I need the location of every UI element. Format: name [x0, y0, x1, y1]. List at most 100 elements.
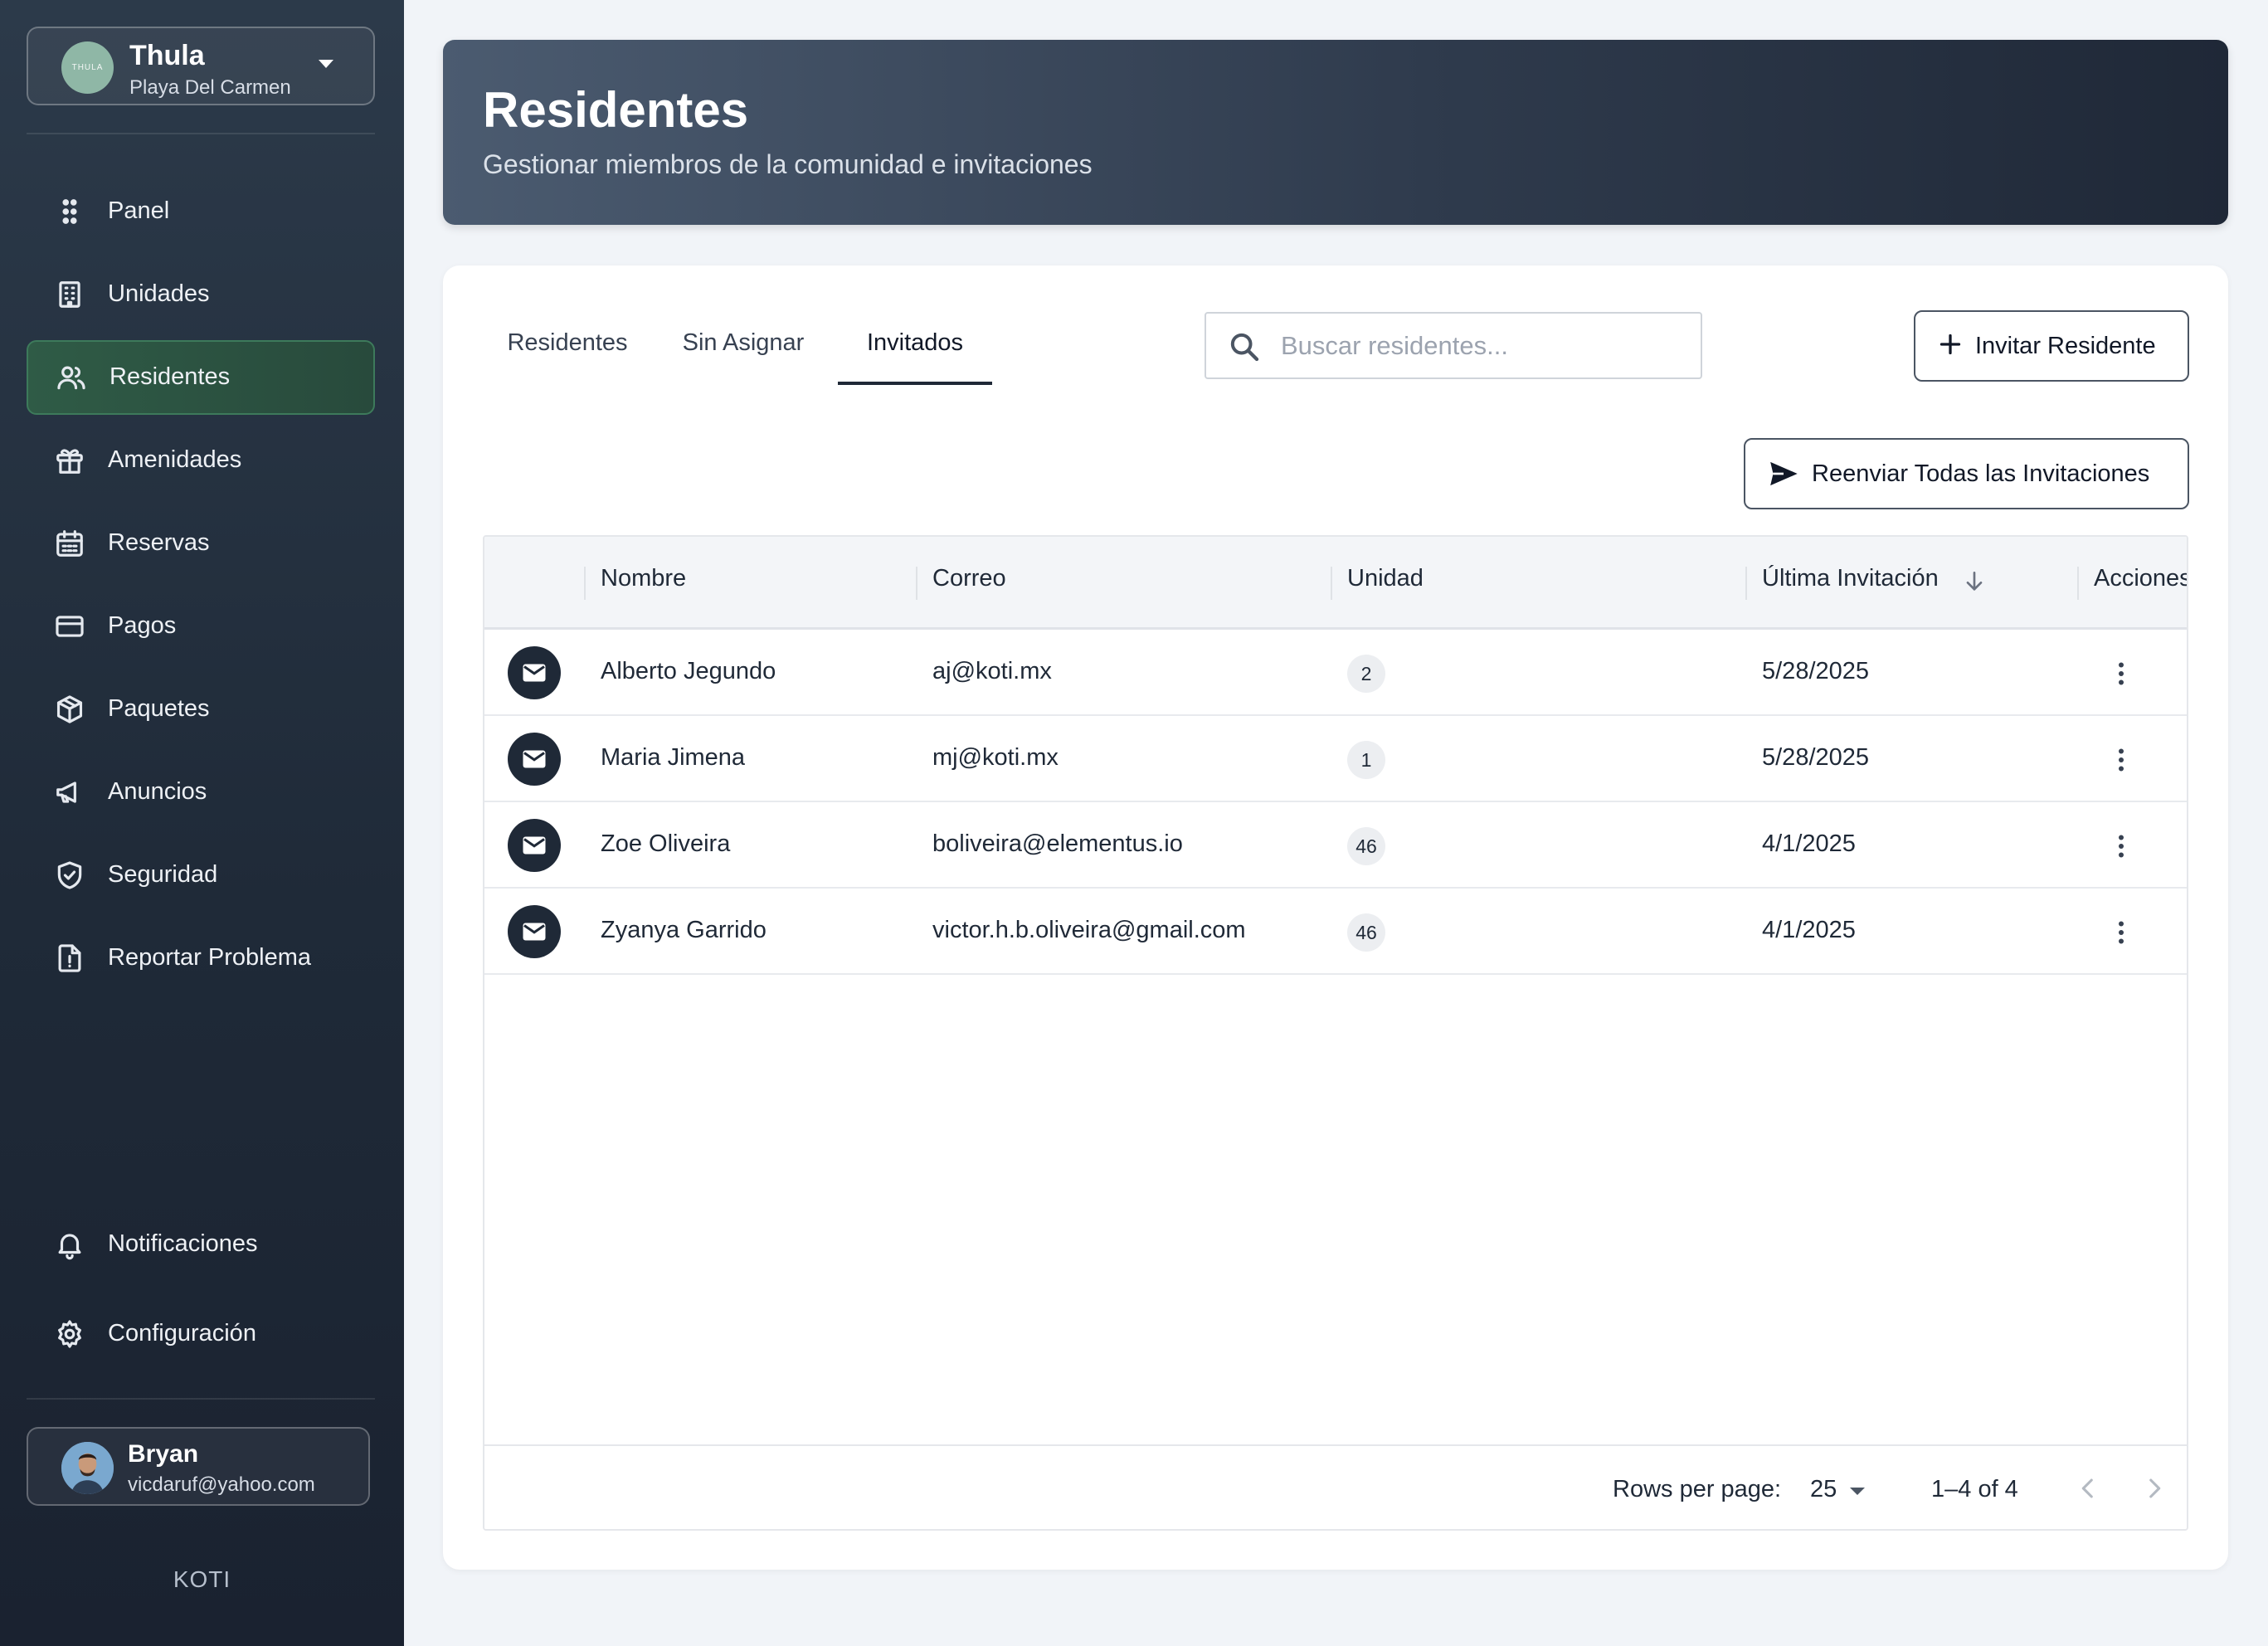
sidebar-item-unidades[interactable]: Unidades: [27, 257, 375, 332]
resident-name: Maria Jimena: [601, 744, 746, 771]
table-row: Maria Jimena mj@koti.mx 1 5/28/2025: [484, 716, 2187, 802]
resident-name: Zoe Oliveira: [601, 830, 731, 857]
sidebar-item-configuracion[interactable]: Configuración: [27, 1297, 375, 1371]
shield-check-icon: [53, 859, 86, 892]
sidebar-item-residentes[interactable]: Residentes: [27, 340, 375, 415]
user-name: Bryan: [128, 1440, 199, 1468]
plus-icon: [1939, 334, 1961, 355]
resend-all-invitations-button[interactable]: Reenviar Todas las Invitaciones: [1744, 438, 2189, 509]
sidebar-item-paquetes[interactable]: Paquetes: [27, 672, 375, 747]
resident-email: boliveira@elementus.io: [932, 830, 1183, 857]
mail-icon: [508, 819, 561, 872]
gear-icon: [53, 1317, 86, 1351]
rows-per-page-select[interactable]: 25: [1810, 1471, 1876, 1509]
resident-name: Alberto Jegundo: [601, 658, 776, 684]
sidebar-item-label: Configuración: [108, 1320, 256, 1347]
more-actions-icon[interactable]: [2105, 741, 2138, 779]
last-invitation-date: 5/28/2025: [1762, 744, 1870, 771]
unit-badge: 1: [1347, 741, 1385, 779]
sidebar-item-label: Reportar Problema: [108, 944, 311, 971]
sidebar-item-label: Anuncios: [108, 778, 207, 805]
org-name: Thula: [129, 40, 205, 71]
resident-email: aj@koti.mx: [932, 658, 1052, 684]
user-email: vicdaruf@yahoo.com: [128, 1473, 315, 1496]
column-header-correo[interactable]: Correo: [932, 565, 1006, 592]
send-icon: [1770, 461, 1798, 486]
active-tab-indicator: [838, 382, 992, 385]
bell-icon: [53, 1228, 86, 1261]
unit-badge: 46: [1347, 913, 1385, 952]
calendar-icon: [53, 527, 86, 560]
column-header-unidad[interactable]: Unidad: [1347, 565, 1424, 592]
sidebar-item-anuncios[interactable]: Anuncios: [27, 755, 375, 830]
sidebar-item-label: Pagos: [108, 612, 177, 639]
resident-email: victor.h.b.oliveira@gmail.com: [932, 917, 1246, 943]
org-switcher[interactable]: THULA Thula Playa Del Carmen: [27, 27, 375, 105]
unit-badge: 2: [1347, 655, 1385, 693]
building-icon: [53, 278, 86, 311]
last-invitation-date: 5/28/2025: [1762, 658, 1870, 684]
user-profile-card[interactable]: Bryan vicdaruf@yahoo.com: [27, 1427, 370, 1506]
table-row: Zoe Oliveira boliveira@elementus.io 46 4…: [484, 802, 2187, 889]
sidebar-item-label: Reservas: [108, 529, 210, 556]
invited-residents-table: Nombre Correo Unidad Última Invitación A…: [483, 535, 2188, 1531]
invite-resident-button[interactable]: Invitar Residente: [1914, 310, 2189, 382]
more-actions-icon[interactable]: [2105, 655, 2138, 693]
column-header-nombre[interactable]: Nombre: [601, 565, 686, 592]
next-page-button[interactable]: [2135, 1469, 2173, 1507]
sidebar-item-reservas[interactable]: Reservas: [27, 506, 375, 581]
more-actions-icon[interactable]: [2105, 913, 2138, 952]
rows-per-page-label: Rows per page:: [1613, 1476, 1782, 1502]
last-invitation-date: 4/1/2025: [1762, 917, 1856, 943]
column-separator: [916, 567, 917, 600]
sidebar-item-reportar-problema[interactable]: Reportar Problema: [27, 921, 375, 996]
sidebar-item-notificaciones[interactable]: Notificaciones: [27, 1207, 375, 1282]
tab-invitados[interactable]: Invitados: [838, 314, 992, 372]
table-row: Zyanya Garrido victor.h.b.oliveira@gmail…: [484, 889, 2187, 975]
sidebar-item-amenidades[interactable]: Amenidades: [27, 423, 375, 498]
column-separator: [584, 567, 586, 600]
residents-card: Residentes Sin Asignar Invitados Invitar…: [443, 265, 2228, 1570]
brand-logo: KOTI: [173, 1566, 231, 1592]
sidebar: THULA Thula Playa Del Carmen Panel Unida…: [0, 0, 404, 1646]
column-separator: [2077, 567, 2079, 600]
sidebar-item-label: Residentes: [110, 363, 231, 390]
megaphone-icon: [53, 776, 86, 809]
sidebar-item-label: Seguridad: [108, 861, 218, 888]
search-box: [1205, 312, 1702, 379]
sidebar-item-label: Paquetes: [108, 695, 210, 722]
table-pagination: Rows per page: 25 1–4 of 4: [484, 1444, 2187, 1529]
package-icon: [53, 693, 86, 726]
page-title: Residentes: [483, 82, 749, 138]
invite-resident-label: Invitar Residente: [1975, 333, 2156, 359]
column-separator: [1331, 567, 1332, 600]
credit-card-icon: [53, 610, 86, 643]
resident-name: Zyanya Garrido: [601, 917, 767, 943]
sidebar-item-pagos[interactable]: Pagos: [27, 589, 375, 664]
search-icon: [1230, 333, 1259, 362]
avatar: [61, 1442, 114, 1494]
caret-down-icon: [319, 60, 333, 68]
sidebar-item-label: Unidades: [108, 280, 210, 307]
grid-dots-icon: [53, 195, 86, 228]
more-actions-icon[interactable]: [2105, 827, 2138, 865]
divider: [27, 1398, 375, 1400]
sidebar-item-label: Amenidades: [108, 446, 242, 473]
tab-sin-asignar[interactable]: Sin Asignar: [677, 314, 810, 372]
column-header-ultima-invitacion[interactable]: Última Invitación: [1762, 565, 1939, 592]
mail-icon: [508, 905, 561, 958]
sidebar-item-label: Notificaciones: [108, 1230, 258, 1257]
users-icon: [55, 361, 88, 394]
tab-residentes[interactable]: Residentes: [503, 314, 632, 372]
mail-icon: [508, 646, 561, 699]
column-separator: [1745, 567, 1747, 600]
previous-page-button[interactable]: [2069, 1469, 2107, 1507]
page-header: Residentes Gestionar miembros de la comu…: [443, 40, 2228, 225]
search-input[interactable]: [1281, 314, 1687, 377]
sidebar-item-panel[interactable]: Panel: [27, 174, 375, 249]
rows-per-page-value: 25: [1810, 1476, 1837, 1502]
divider: [27, 133, 375, 134]
sort-arrow-down-icon[interactable]: [1961, 568, 1988, 595]
resident-email: mj@koti.mx: [932, 744, 1059, 771]
sidebar-item-seguridad[interactable]: Seguridad: [27, 838, 375, 913]
